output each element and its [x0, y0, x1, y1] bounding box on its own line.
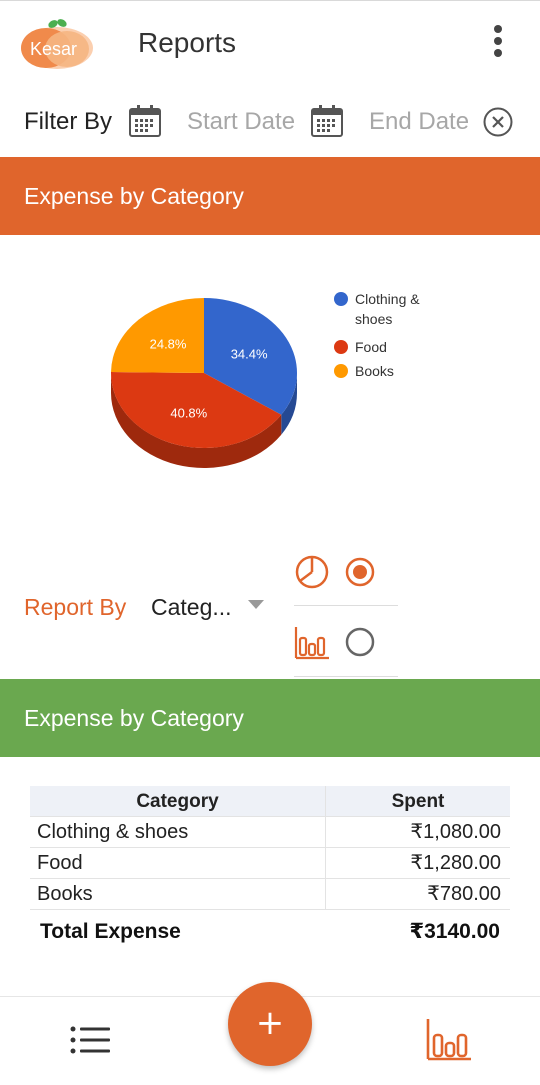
- page-title: Reports: [138, 27, 237, 58]
- legend-label-2: Books: [355, 363, 394, 379]
- start-calendar-icon[interactable]: [128, 104, 162, 138]
- legend-label-0: Clothing &: [355, 291, 420, 307]
- legend-swatch-2: [334, 364, 348, 378]
- table-section-header: Expense by Category: [0, 679, 540, 757]
- pie-slice-label-1: 40.8%: [170, 405, 207, 420]
- table-row: Food ₹1,280.00: [30, 848, 510, 879]
- end-date-field[interactable]: End Date: [369, 108, 469, 136]
- row-category: Food: [30, 848, 326, 878]
- row-spent: ₹1,080.00: [410, 821, 501, 843]
- bar-radio-button[interactable]: [344, 626, 376, 658]
- start-date-field[interactable]: Start Date: [187, 108, 295, 136]
- overflow-menu-icon[interactable]: [486, 25, 510, 65]
- table-row: Clothing & shoes ₹1,080.00: [30, 817, 510, 848]
- expense-table: Category Spent Clothing & shoes ₹1,080.0…: [30, 786, 510, 954]
- table-section-title: Expense by Category: [24, 705, 244, 731]
- total-value: ₹3140.00: [409, 920, 500, 943]
- row-category: Books: [30, 879, 326, 909]
- pie-slice-label-2: 24.8%: [150, 337, 187, 352]
- app-bar: Kesar Reports: [0, 0, 540, 86]
- legend-swatch-1: [334, 340, 348, 354]
- dropdown-arrow-icon[interactable]: [248, 600, 264, 609]
- bar-chart-option[interactable]: [294, 607, 398, 677]
- list-icon[interactable]: [70, 1025, 110, 1055]
- plus-icon: +: [255, 1003, 285, 1043]
- total-row: Total Expense ₹3140.00: [30, 910, 510, 954]
- add-expense-button[interactable]: +: [228, 982, 312, 1066]
- chart-section-title: Expense by Category: [24, 183, 244, 209]
- header-category: Category: [30, 786, 326, 816]
- pie-slice-label-0: 34.4%: [231, 347, 268, 362]
- logo-text: Kesar: [30, 39, 78, 59]
- expense-pie-chart: 34.4% 40.8% 24.8% Clothing & shoes Food Books: [111, 291, 420, 468]
- legend-swatch-0: [334, 292, 348, 306]
- row-category: Clothing & shoes: [30, 817, 326, 847]
- clear-filter-icon[interactable]: [482, 106, 514, 138]
- pie-chart-option[interactable]: [294, 540, 398, 606]
- bar-chart-icon: [294, 627, 329, 660]
- table-row: Books ₹780.00: [30, 879, 510, 910]
- pie-radio-button[interactable]: [344, 556, 376, 588]
- legend-label-0: shoes: [355, 311, 392, 327]
- reports-screen: Kesar Reports Filter By Start Date End D…: [0, 0, 540, 1085]
- kesar-logo: Kesar: [20, 17, 94, 69]
- chart-section-header: Expense by Category: [0, 157, 540, 235]
- header-spent: Spent: [391, 791, 445, 812]
- table-header: Category Spent: [30, 786, 510, 817]
- end-calendar-icon[interactable]: [310, 104, 344, 138]
- total-label: Total Expense: [40, 920, 181, 943]
- report-by-dropdown[interactable]: Categ...: [151, 594, 232, 621]
- filter-label: Filter By: [24, 108, 113, 135]
- row-spent: ₹1,280.00: [410, 852, 501, 874]
- legend-label-1: Food: [355, 339, 387, 355]
- row-spent: ₹780.00: [427, 883, 501, 905]
- pie-slice-2: [111, 298, 204, 373]
- report-by-label: Report By: [24, 594, 127, 620]
- pie-chart-icon: [295, 555, 329, 589]
- filter-bar: Filter By Start Date End Date: [0, 86, 540, 156]
- reports-nav-icon[interactable]: [426, 1017, 472, 1061]
